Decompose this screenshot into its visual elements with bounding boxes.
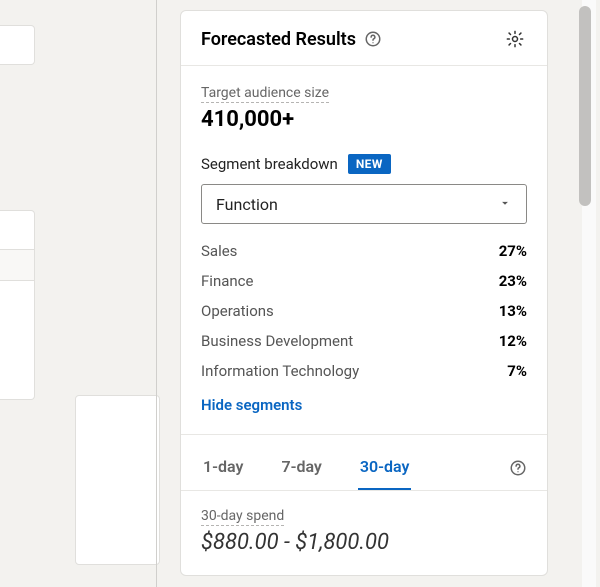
- segment-row: Business Development 12%: [201, 332, 527, 350]
- panel-body: Target audience size 410,000+ Segment br…: [181, 66, 547, 575]
- settings-button[interactable]: [503, 27, 527, 51]
- segment-row: Operations 13%: [201, 302, 527, 320]
- segment-name: Information Technology: [201, 362, 359, 380]
- left-card-fragment-2-row: [0, 249, 34, 281]
- segment-row: Finance 23%: [201, 272, 527, 290]
- segment-name: Finance: [201, 272, 253, 290]
- spend-block: 30-day spend $880.00 - $1,800.00: [201, 505, 527, 555]
- segment-list: Sales 27% Finance 23% Operations 13% Bus…: [201, 242, 527, 380]
- segment-pct: 12%: [499, 332, 527, 350]
- segment-pct: 23%: [499, 272, 527, 290]
- segment-row: Information Technology 7%: [201, 362, 527, 380]
- left-card-fragment-1: [0, 25, 35, 65]
- gear-icon: [505, 29, 525, 49]
- segment-name: Operations: [201, 302, 274, 320]
- segment-pct: 27%: [499, 242, 527, 260]
- forecast-tabs: 1-day 7-day 30-day: [201, 435, 527, 490]
- target-audience-value: 410,000+: [201, 107, 527, 132]
- segment-row: Sales 27%: [201, 242, 527, 260]
- tab-30day[interactable]: 30-day: [358, 449, 412, 490]
- divider: [181, 490, 547, 491]
- target-audience-label: Target audience size: [201, 85, 329, 103]
- help-icon[interactable]: [364, 30, 382, 48]
- panel-header: Forecasted Results: [181, 11, 547, 66]
- forecasted-results-panel: Forecasted Results Target audience size …: [180, 10, 548, 576]
- help-icon[interactable]: [509, 459, 527, 481]
- segment-breakdown-header: Segment breakdown NEW: [201, 154, 527, 174]
- segment-pct: 7%: [507, 362, 527, 380]
- panel-title-wrap: Forecasted Results: [201, 29, 382, 50]
- vertical-divider: [156, 0, 157, 587]
- tab-7day[interactable]: 7-day: [279, 449, 323, 490]
- segment-pct: 13%: [499, 302, 527, 320]
- hide-segments-link[interactable]: Hide segments: [201, 396, 302, 414]
- panel-title: Forecasted Results: [201, 29, 356, 50]
- segment-breakdown-label: Segment breakdown: [201, 155, 338, 173]
- chevron-down-icon: [498, 195, 512, 214]
- segment-dimension-select[interactable]: Function: [201, 184, 527, 224]
- spend-label: 30-day spend: [201, 508, 284, 526]
- scrollbar-track[interactable]: [582, 0, 596, 587]
- tab-1day[interactable]: 1-day: [201, 449, 245, 490]
- scrollbar-thumb[interactable]: [579, 6, 591, 206]
- new-badge: NEW: [348, 154, 391, 174]
- segment-dimension-value: Function: [216, 195, 278, 214]
- left-card-fragment-3: [75, 395, 160, 565]
- target-audience-block: Target audience size 410,000+: [201, 82, 527, 132]
- segment-name: Business Development: [201, 332, 353, 350]
- segment-name: Sales: [201, 242, 237, 260]
- left-card-fragment-2: [0, 210, 35, 400]
- spend-value: $880.00 - $1,800.00: [201, 530, 527, 555]
